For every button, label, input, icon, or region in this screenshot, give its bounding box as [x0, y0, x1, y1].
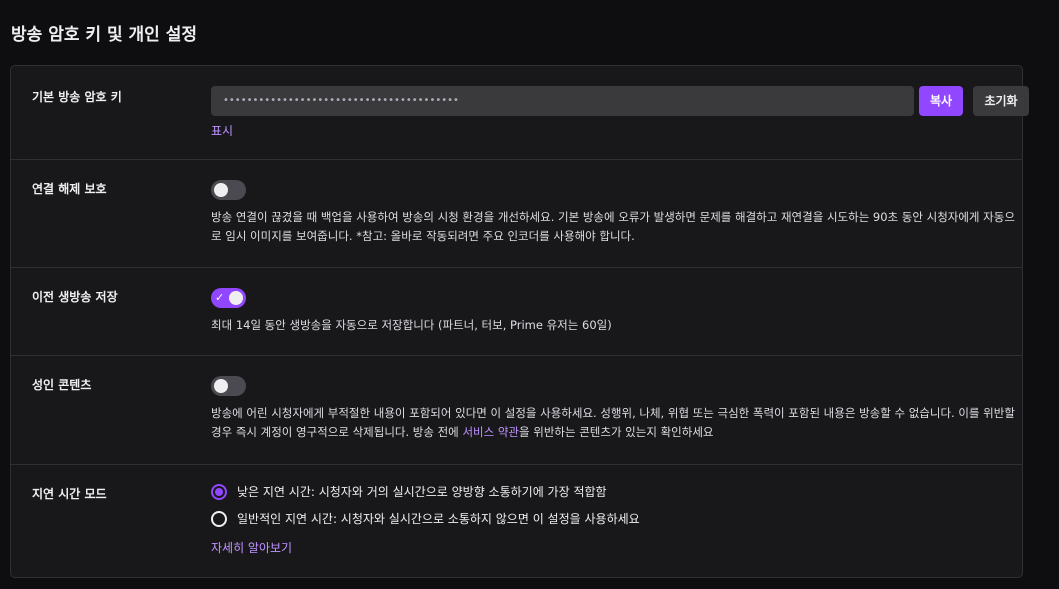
- radio-button-selected[interactable]: [211, 484, 227, 500]
- disconnect-protection-toggle[interactable]: [211, 180, 246, 200]
- disconnect-protection-label: 연결 해제 보호: [32, 182, 107, 196]
- terms-of-service-link[interactable]: 서비스 약관: [462, 425, 519, 439]
- check-icon: ✓: [215, 291, 225, 304]
- mature-content-description-text-end: 을 위반하는 콘텐츠가 있는지 확인하세요: [519, 425, 714, 439]
- latency-option-normal-label: 일반적인 지연 시간: 시청자와 실시간으로 소통하지 않으면 이 설정을 사용…: [237, 512, 640, 526]
- toggle-knob: [214, 379, 228, 393]
- disconnect-protection-row: 연결 해제 보호 방송 연결이 끊겼을 때 백업을 사용하여 방송의 시청 환경…: [11, 160, 1022, 267]
- stream-key-label: 기본 방송 암호 키: [32, 90, 122, 104]
- stream-key-row: 기본 방송 암호 키 •••••••••••••••••••••••••••••…: [11, 66, 1029, 159]
- learn-more-link[interactable]: 자세히 알아보기: [211, 539, 292, 556]
- mature-content-row: 성인 콘텐츠 방송에 어린 시청자에게 부적절한 내용이 포함되어 있다면 이 …: [11, 356, 1022, 464]
- radio-button[interactable]: [211, 511, 227, 527]
- page-title: 방송 암호 키 및 개인 설정: [11, 25, 197, 45]
- mature-content-description: 방송에 어린 시청자에게 부적절한 내용이 포함되어 있다면 이 설정을 사용하…: [211, 404, 1021, 442]
- latency-mode-label: 지연 시간 모드: [32, 487, 107, 501]
- show-key-link[interactable]: 표시: [211, 122, 233, 139]
- store-past-broadcasts-description: 최대 14일 동안 생방송을 자동으로 저장합니다 (파트너, 터보, Prim…: [211, 318, 612, 332]
- store-past-broadcasts-toggle[interactable]: ✓: [211, 288, 246, 308]
- store-past-broadcasts-label: 이전 생방송 저장: [32, 290, 118, 304]
- stream-settings-page: 방송 암호 키 및 개인 설정 기본 방송 암호 키 •••••••••••••…: [0, 0, 1059, 589]
- mature-content-toggle[interactable]: [211, 376, 246, 396]
- stream-key-input[interactable]: ••••••••••••••••••••••••••••••••••••••••: [211, 86, 914, 116]
- settings-panel: 기본 방송 암호 키 •••••••••••••••••••••••••••••…: [10, 65, 1029, 578]
- disconnect-protection-description: 방송 연결이 끊겼을 때 백업을 사용하여 방송의 시청 환경을 개선하세요. …: [211, 210, 1015, 243]
- latency-option-low-label: 낮은 지연 시간: 시청자와 거의 실시간으로 양방향 소통하기에 가장 적합함: [237, 485, 607, 499]
- reset-button[interactable]: 초기화: [973, 86, 1029, 116]
- toggle-knob: [229, 291, 243, 305]
- store-past-broadcasts-row: 이전 생방송 저장 ✓ 최대 14일 동안 생방송을 자동으로 저장합니다 (파…: [11, 268, 1022, 355]
- mature-content-label: 성인 콘텐츠: [32, 378, 92, 392]
- toggle-knob: [214, 183, 228, 197]
- latency-mode-row: 지연 시간 모드 낮은 지연 시간: 시청자와 거의 실시간으로 양방향 소통하…: [11, 465, 1022, 577]
- copy-button[interactable]: 복사: [919, 86, 963, 116]
